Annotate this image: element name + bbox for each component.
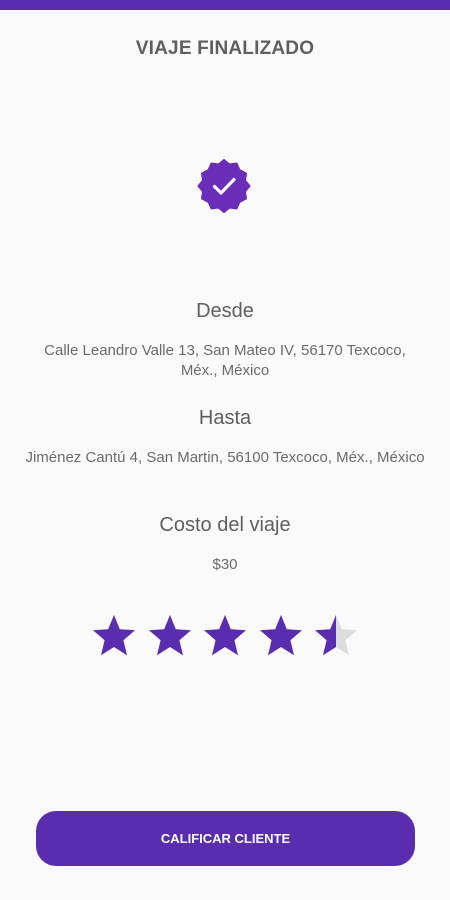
to-address: Jiménez Cantú 4, San Martin, 56100 Texco… — [25, 449, 425, 466]
verified-check-badge-icon — [197, 159, 251, 213]
trip-cost-value: $30 — [212, 556, 238, 573]
star-icon[interactable] — [146, 614, 194, 660]
star-half-icon[interactable] — [312, 614, 360, 660]
from-heading: Desde — [196, 300, 254, 322]
star-icon[interactable] — [201, 614, 249, 660]
to-heading: Hasta — [198, 407, 252, 429]
trip-cost-heading: Costo del viaje — [159, 514, 291, 536]
top-accent-bar — [0, 0, 450, 10]
star-icon[interactable] — [90, 614, 138, 660]
page-title: VIAJE FINALIZADO — [135, 38, 315, 59]
star-rating[interactable] — [90, 614, 360, 660]
rate-client-button[interactable]: CALIFICAR CLIENTE — [36, 811, 415, 866]
star-icon[interactable] — [257, 614, 305, 660]
from-address: Calle Leandro Valle 13, San Mateo IV, 56… — [44, 342, 406, 379]
